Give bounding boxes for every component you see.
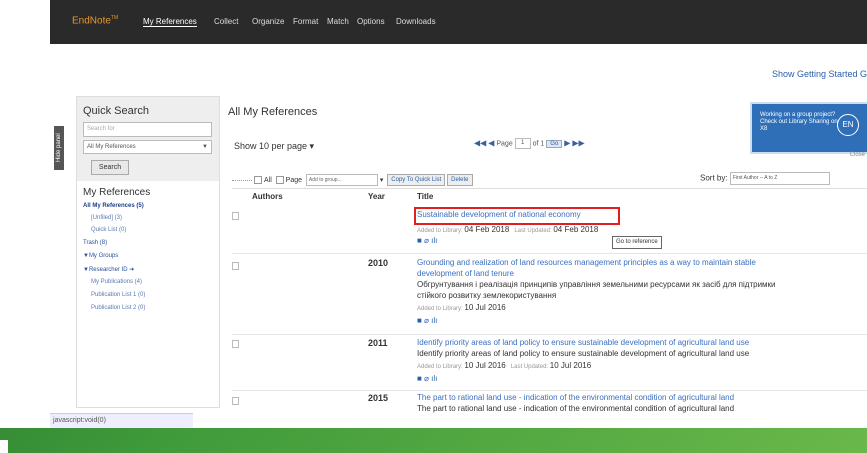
row-checkbox[interactable] [232, 262, 239, 270]
attachment-icon: ⌀ [424, 316, 429, 325]
prev-page-icon[interactable]: ◀ [488, 138, 494, 147]
page-number-input[interactable]: 1 [514, 138, 531, 149]
copy-to-quick-list-button[interactable]: Copy To Quick List [387, 174, 446, 186]
add-to-group-select[interactable]: Add to group... [305, 174, 378, 186]
nav-my-references[interactable]: My References [143, 17, 197, 27]
sort-select[interactable]: First Author -- A to Z [729, 172, 830, 185]
quick-search-title: Quick Search [83, 105, 150, 117]
reference-dates: Added to Library: 10 Jul 2016 Last Updat… [417, 361, 592, 370]
banner-close-link[interactable]: Close [850, 152, 865, 158]
sidebar-item-my-publications[interactable]: My Publications (4) [91, 279, 142, 285]
delete-button[interactable]: Delete [447, 174, 473, 186]
chevron-down-icon: ▾ [379, 176, 384, 184]
last-page-icon[interactable]: ▶▶ [572, 138, 584, 147]
select-all-checkbox[interactable] [254, 176, 262, 184]
page-of-label: of 1 [532, 140, 545, 148]
search-button[interactable]: Search [91, 160, 129, 175]
show-getting-started-link[interactable]: Show Getting Started G [772, 69, 867, 79]
page-checkbox-label: Page [285, 176, 303, 184]
nav-options[interactable]: Options [357, 17, 385, 26]
banner-text: Working on a group project? Check out Li… [760, 112, 838, 132]
reference-subtitle: Identify priority areas of land policy t… [417, 349, 750, 358]
reference-dates: Added to Library: 10 Jul 2016 [417, 303, 506, 312]
folder-icon: ■ [417, 236, 422, 245]
quick-search-panel: Quick Search Search for All My Reference… [76, 96, 220, 408]
reference-title-link[interactable]: Grounding and realization of land resour… [417, 258, 756, 267]
status-bar: javascript:void(0) [50, 413, 193, 428]
nav-organize[interactable]: Organize [252, 17, 284, 26]
quick-search-header: Quick Search Search for All My Reference… [77, 97, 219, 181]
reference-subtitle: стійкого розвитку землекористування [417, 291, 557, 300]
slide-accent [0, 440, 8, 453]
sidebar-item-publication-list-2[interactable]: Publication List 2 (0) [91, 305, 145, 311]
reference-subtitle: Обгрунтування і реалізація принципів упр… [417, 280, 776, 289]
chart-icon: ılı [431, 374, 438, 383]
reference-title-link[interactable]: The part to rational land use - indicati… [417, 393, 734, 402]
attachment-icon: ⌀ [424, 374, 429, 383]
slide-background [0, 0, 50, 428]
row-checkbox[interactable] [232, 397, 239, 405]
reference-action-icons[interactable]: ■ ⌀ ılı [417, 374, 437, 383]
reference-action-icons[interactable]: ■ ⌀ ılı [417, 236, 437, 245]
folder-icon: ■ [417, 374, 422, 383]
top-navigation: EndNoteTM My References Collect Organize… [50, 0, 867, 44]
sidebar-item-my-groups[interactable]: ▼My Groups [83, 253, 118, 259]
reference-year: 2011 [368, 338, 388, 348]
reference-title-link[interactable]: development of land tenure [417, 269, 514, 278]
chevron-down-icon: ▼ [202, 144, 208, 150]
divider [232, 180, 252, 181]
select-page-checkbox[interactable] [275, 176, 284, 184]
search-input[interactable]: Search for [83, 122, 212, 137]
row-checkbox[interactable] [232, 212, 239, 220]
next-page-icon[interactable]: ▶ [564, 138, 570, 147]
sort-control: Sort by: First Author -- A to Z [700, 172, 830, 185]
column-header-year[interactable]: Year [368, 192, 385, 201]
sidebar-item-trash[interactable]: Trash (8) [83, 240, 107, 246]
reference-subtitle: The part to rational land use - indicati… [417, 404, 735, 413]
per-page-select[interactable]: Show 10 per page ▾ [234, 141, 314, 152]
sidebar-item-unfiled[interactable]: [Unfiled] (3) [91, 215, 122, 221]
column-header-authors[interactable]: Authors [252, 192, 283, 201]
divider [232, 334, 867, 335]
divider [232, 253, 867, 254]
chart-icon: ılı [431, 316, 438, 325]
hide-panel-tab[interactable]: Hide panel [54, 126, 64, 170]
page-title: All My References [228, 106, 318, 118]
reference-action-icons[interactable]: ■ ⌀ ılı [417, 316, 437, 325]
nav-match[interactable]: Match [327, 17, 349, 26]
endnote-screen: EndNoteTM My References Collect Organize… [50, 0, 867, 428]
row-checkbox[interactable] [232, 340, 239, 348]
divider [232, 188, 867, 189]
reference-year: 2015 [368, 393, 389, 403]
my-references-heading: My References [83, 187, 151, 198]
attachment-icon: ⌀ [424, 236, 429, 245]
sort-label: Sort by: [700, 173, 728, 183]
nav-downloads[interactable]: Downloads [396, 17, 436, 26]
reference-toolbar: All Page Add to group... ▾ Copy To Quick… [254, 174, 473, 186]
reference-dates: Added to Library: 04 Feb 2018 Last Updat… [417, 225, 599, 234]
go-button[interactable]: Go [546, 140, 563, 149]
page-label: Page [496, 140, 513, 148]
library-sharing-banner[interactable]: Working on a group project? Check out Li… [750, 102, 867, 154]
highlight-box [414, 207, 620, 225]
search-scope-select[interactable]: All My References ▼ [83, 140, 212, 154]
nav-format[interactable]: Format [293, 17, 318, 26]
pagination: ◀◀ ◀ Page 1 of 1 Go ▶ ▶▶ [474, 138, 585, 149]
reference-title-link[interactable]: Identify priority areas of land policy t… [417, 338, 749, 347]
first-page-icon[interactable]: ◀◀ [474, 138, 486, 147]
divider [232, 390, 867, 391]
column-header-title[interactable]: Title [417, 192, 433, 201]
endnote-logo[interactable]: EndNoteTM [72, 15, 118, 26]
endnote-badge-icon: EN [837, 114, 859, 136]
sidebar-item-all-references[interactable]: All My References (5) [83, 203, 144, 209]
nav-collect[interactable]: Collect [214, 17, 238, 26]
tooltip: Go to reference [612, 236, 662, 249]
sidebar-item-researcher-id[interactable]: ▼Researcher ID ➜ [83, 266, 134, 273]
sidebar-item-publication-list-1[interactable]: Publication List 1 (0) [91, 292, 145, 298]
chart-icon: ılı [431, 236, 438, 245]
reference-year: 2010 [368, 258, 389, 268]
all-label: All [264, 176, 272, 184]
folder-icon: ■ [417, 316, 422, 325]
sidebar-item-quick-list[interactable]: Quick List (0) [91, 227, 126, 233]
